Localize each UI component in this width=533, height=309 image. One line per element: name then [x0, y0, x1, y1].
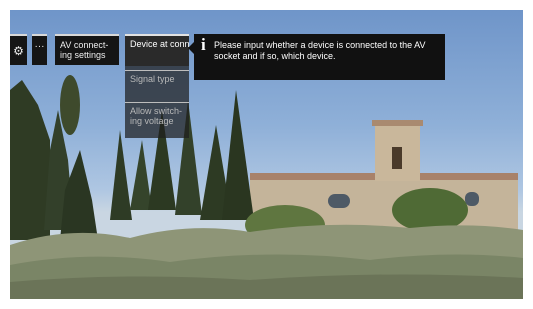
- info-icon: i: [201, 35, 206, 54]
- submenu-item-device-at-connection[interactable]: Device at connection ...: [125, 34, 189, 66]
- av-submenu: Device at connection ... Signal type All…: [125, 34, 189, 138]
- gear-icon: ⚙: [13, 43, 24, 58]
- help-tooltip: i Please input whether a device is conne…: [188, 34, 445, 80]
- tv-screen: ⚙ ··· AV connect-ing settings Device at …: [10, 10, 523, 299]
- tooltip-pointer: [188, 42, 194, 54]
- submenu-item-allow-switching-voltage[interactable]: Allow switch-ing voltage: [125, 102, 189, 129]
- tooltip-text: Please input whether a device is connect…: [214, 40, 426, 61]
- submenu-item-signal-type[interactable]: Signal type: [125, 70, 189, 87]
- av-connecting-settings-button[interactable]: AV connect-ing settings: [55, 34, 119, 65]
- more-button[interactable]: ···: [32, 34, 47, 65]
- settings-button[interactable]: ⚙: [10, 34, 27, 65]
